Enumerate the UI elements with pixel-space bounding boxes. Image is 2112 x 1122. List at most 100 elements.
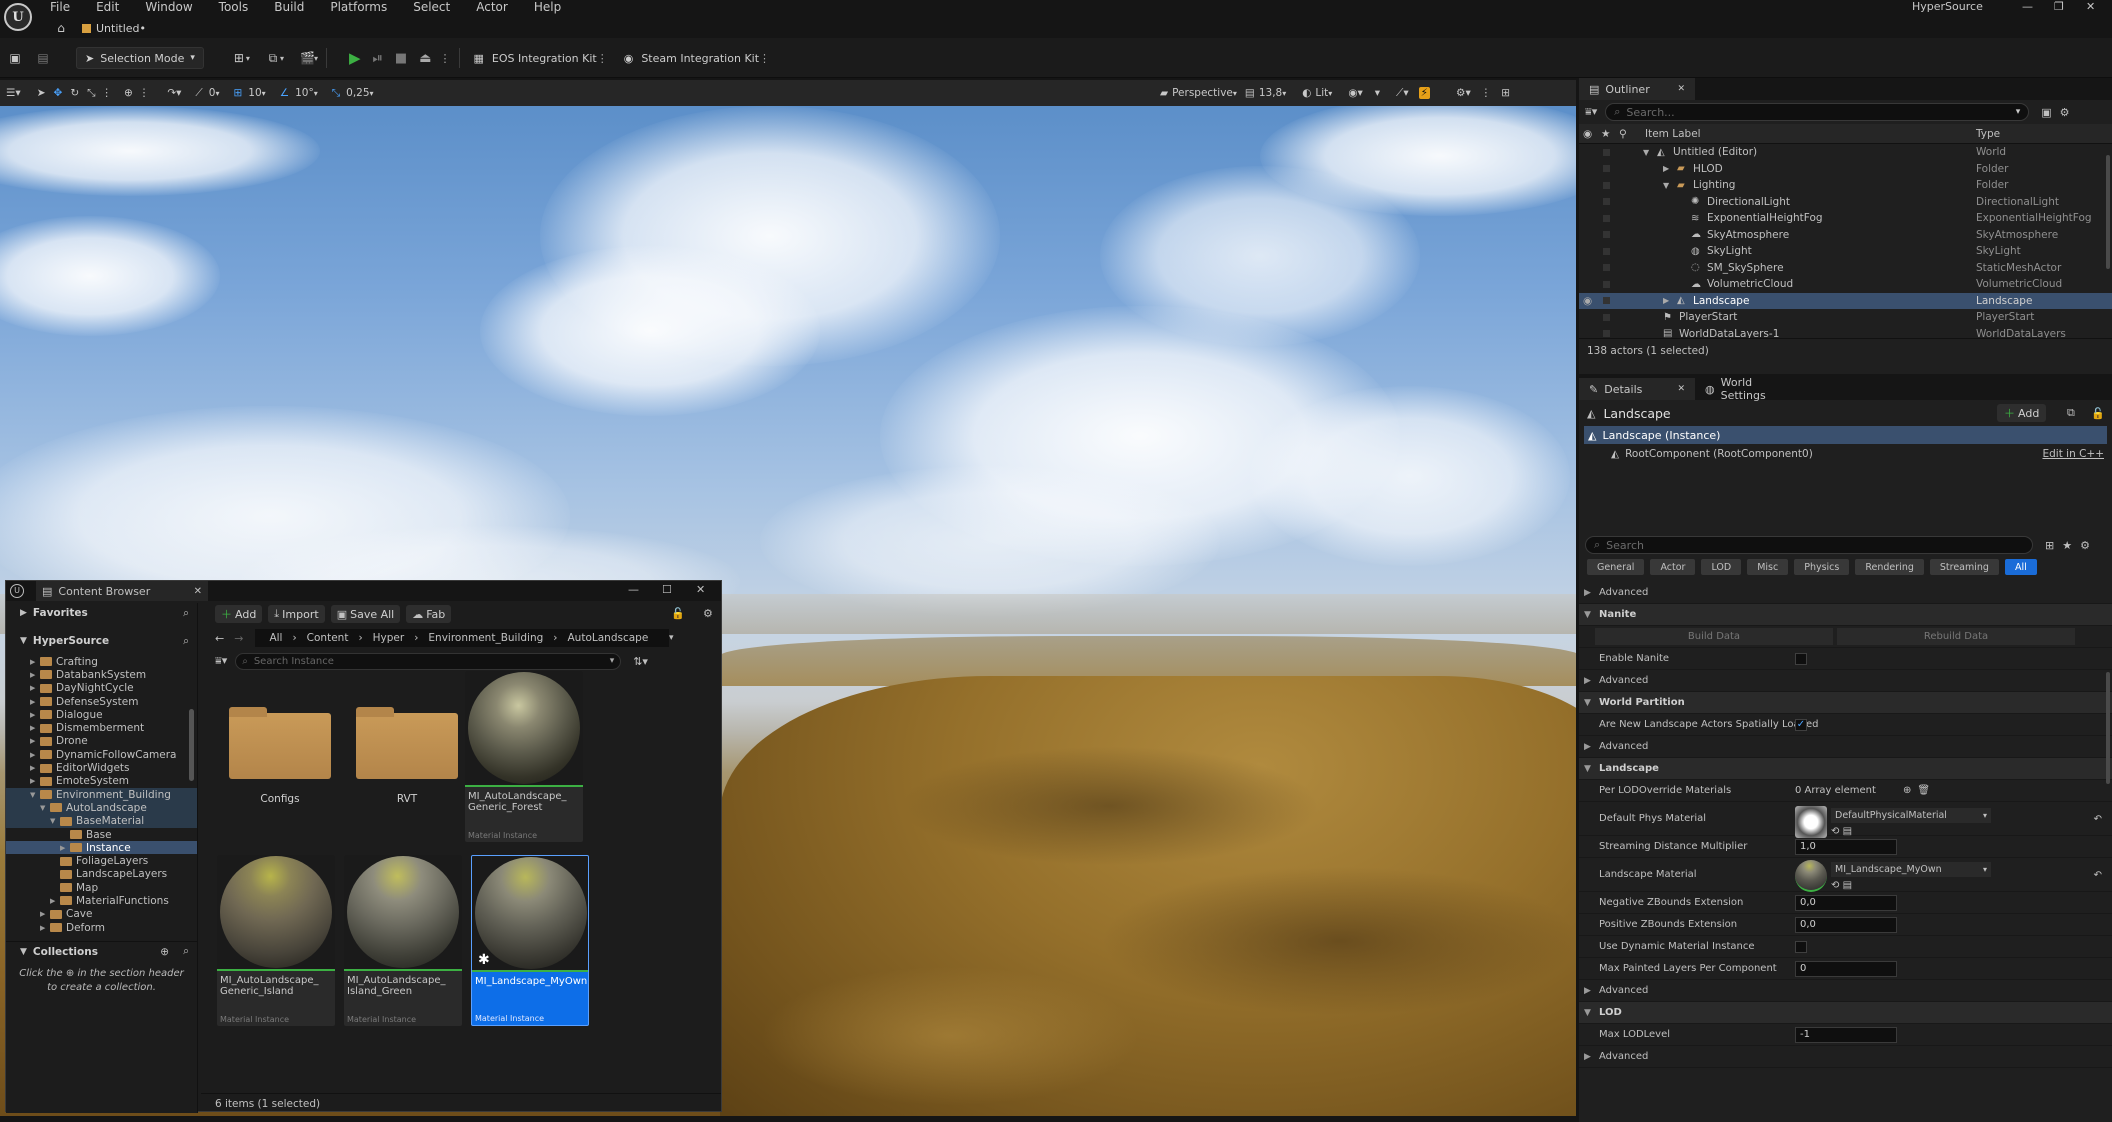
use-selected-icon[interactable]: ⟲ — [1831, 826, 1839, 837]
tab-details[interactable]: ✎ Details ✕ — [1579, 378, 1695, 400]
save-all-button[interactable]: ▣ Save All — [330, 605, 401, 623]
breadcrumb-autolandscape[interactable]: AutoLandscape — [568, 632, 649, 644]
chevron-right-icon[interactable]: ▶ — [50, 897, 55, 905]
details-scrollbar[interactable] — [2106, 672, 2110, 784]
chevron-right-icon[interactable]: ▶ — [60, 844, 65, 852]
settings-icon[interactable]: ⚙ — [2060, 106, 2070, 119]
cb-minimize-button[interactable]: — — [628, 583, 639, 596]
chevron-right-icon[interactable]: ▶ — [30, 777, 35, 785]
component-instance-row[interactable]: ◭ Landscape (Instance) — [1584, 426, 2107, 444]
category-nanite[interactable]: ▼ Nanite — [1579, 604, 2112, 626]
outliner-search-input[interactable]: ⌕ Search... ▾ — [1605, 103, 2030, 121]
close-window-button[interactable]: ✕ — [2086, 0, 2095, 13]
asset-tile[interactable]: MI_AutoLandscape_ Generic_Forest Materia… — [465, 671, 583, 842]
tree-folder-item[interactable]: ▶ EditorWidgets — [6, 761, 197, 774]
cb-close-button[interactable]: ✕ — [696, 583, 705, 596]
outliner-row[interactable]: ≋ ExponentialHeightFog ExponentialHeightFo… — [1579, 210, 2112, 227]
tab-outliner[interactable]: ▤ Outliner ✕ — [1579, 78, 1695, 100]
close-tab-icon[interactable]: ✕ — [1677, 84, 1685, 94]
neg-z-input[interactable]: 0,0 — [1795, 894, 1897, 911]
outliner-row[interactable]: ▼ ▰ Lighting Folder — [1579, 177, 2112, 194]
performance-icon[interactable]: ⟋▾ — [1396, 87, 1409, 100]
outliner-row[interactable]: ▤ WorldDataLayers-1 WorldDataLayers — [1579, 326, 2112, 338]
scale-snap-icon[interactable]: ⤡ — [332, 87, 340, 100]
col-type[interactable]: Type — [1976, 128, 2000, 140]
pin-icon[interactable]: ⚲ — [1619, 128, 1627, 140]
chevron-down-icon[interactable]: ▾ — [669, 633, 674, 643]
add-actor-icon[interactable]: ⊞ — [232, 51, 246, 65]
chevron-right-icon[interactable]: ▶ — [30, 764, 35, 772]
rebuild-data-button[interactable]: Rebuild Data — [1837, 628, 2075, 645]
star-icon[interactable]: ★ — [1601, 128, 1610, 140]
asset-search-input[interactable]: ⌕ Search Instance ▾ — [235, 652, 622, 670]
streaming-distance-input[interactable]: 1,0 — [1795, 838, 1897, 855]
chevron-right-icon[interactable]: ▶ — [30, 711, 35, 719]
lit-dropdown[interactable]: Lit — [1315, 87, 1328, 99]
menu-window[interactable]: Window — [145, 0, 192, 14]
outliner-row[interactable]: ▶ ▰ HLOD Folder — [1579, 161, 2112, 178]
fab-button[interactable]: ☁ Fab — [406, 605, 452, 623]
stop-button[interactable]: ■ — [395, 51, 407, 66]
breadcrumb-content[interactable]: Content — [307, 632, 349, 644]
outliner-row[interactable]: ✺ DirectionalLight DirectionalLight — [1579, 194, 2112, 211]
advanced-row[interactable]: ▶ Advanced — [1579, 980, 2112, 1002]
spatially-loaded-checkbox[interactable]: ✓ — [1795, 718, 1807, 731]
menu-build[interactable]: Build — [274, 0, 304, 14]
outliner-scrollbar[interactable] — [2106, 155, 2110, 269]
category-lod[interactable]: ▼ LOD — [1579, 1002, 2112, 1024]
folder-rvt[interactable]: RVT — [348, 695, 466, 825]
menu-platforms[interactable]: Platforms — [330, 0, 387, 14]
tree-folder-item[interactable]: ▶ DefenseSystem — [6, 695, 197, 708]
chevron-right-icon[interactable]: ▶ — [30, 671, 35, 679]
filter-all[interactable]: All — [2004, 559, 2037, 575]
advanced-row[interactable]: ▶ Advanced — [1579, 1046, 2112, 1068]
level-tab[interactable]: Untitled• — [96, 22, 146, 35]
filter-general[interactable]: General — [1587, 559, 1645, 575]
filter-misc[interactable]: Misc — [1747, 559, 1789, 575]
enable-nanite-checkbox[interactable] — [1795, 652, 1807, 665]
chevron-right-icon[interactable]: ▶ — [40, 910, 45, 918]
outliner-row[interactable]: ⚑ PlayerStart PlayerStart — [1579, 309, 2112, 326]
cb-maximize-button[interactable]: ☐ — [662, 583, 672, 596]
filter-icon[interactable]: ⩸▾ — [215, 654, 227, 668]
advanced-row[interactable]: ▶ Advanced — [1579, 670, 2112, 692]
asset-tile[interactable]: MI_AutoLandscape_ Island_Green Material … — [344, 855, 462, 1026]
tab-world-settings[interactable]: ◍ World Settings — [1695, 376, 1805, 402]
outliner-row[interactable]: ▼ ◭ Untitled (Editor) World — [1579, 144, 2112, 161]
blueprint-icon[interactable]: ⧉ — [266, 51, 280, 65]
rot-snap-icon[interactable]: ⟋ — [195, 87, 202, 100]
pos-z-input[interactable]: 0,0 — [1795, 916, 1897, 933]
actor-name[interactable]: Landscape — [1603, 406, 1670, 421]
rot-snap-value[interactable]: 0 — [209, 87, 216, 99]
chevron-right-icon[interactable]: ▶ — [30, 737, 35, 745]
grid-snap-value[interactable]: 10 — [248, 87, 261, 99]
eos-icon[interactable]: ▦ — [474, 52, 484, 65]
chevron-down-icon[interactable]: ▼ — [50, 817, 55, 825]
browse-icon[interactable]: ▤ — [1843, 880, 1852, 891]
advanced-row[interactable]: ▶ Advanced — [1579, 736, 2112, 758]
grid-snap-icon[interactable]: ⊞ — [233, 87, 242, 99]
show-icon[interactable]: ◉▾ — [1348, 87, 1362, 99]
realtime-icon[interactable]: ⚡ — [1418, 87, 1431, 99]
favorite-icon[interactable]: ★ — [2062, 539, 2072, 552]
play-options-icon[interactable]: ⋮ — [440, 52, 451, 65]
chevron-right-icon[interactable]: ▶ — [1663, 296, 1669, 305]
menu-select[interactable]: Select — [413, 0, 450, 14]
edit-cpp-link[interactable]: Edit in C++ — [2042, 448, 2104, 460]
filter-actor[interactable]: Actor — [1650, 559, 1696, 575]
chevron-down-icon[interactable]: ▼ — [1643, 148, 1649, 157]
category-world-partition[interactable]: ▼ World Partition — [1579, 692, 2112, 714]
reset-icon[interactable]: ↶ — [2094, 814, 2102, 825]
category-landscape[interactable]: ▼ Landscape — [1579, 758, 2112, 780]
play-button[interactable]: ▶ — [349, 49, 361, 67]
filter-physics[interactable]: Physics — [1794, 559, 1850, 575]
world-local-icon[interactable]: ⊕ — [124, 87, 133, 99]
asset-tile[interactable]: MI_AutoLandscape_ Generic_Island Materia… — [217, 855, 335, 1026]
blueprint-icon[interactable]: ⧉ — [2067, 406, 2075, 420]
breadcrumb-environment[interactable]: Environment_Building — [428, 632, 543, 644]
details-search-input[interactable]: ⌕ Search — [1585, 536, 2033, 554]
tree-folder-item[interactable]: ▼ Environment_Building — [6, 787, 197, 802]
filter-lod[interactable]: LOD — [1701, 559, 1742, 575]
home-icon[interactable]: ⌂ — [54, 21, 68, 35]
menu-tools[interactable]: Tools — [219, 0, 249, 14]
